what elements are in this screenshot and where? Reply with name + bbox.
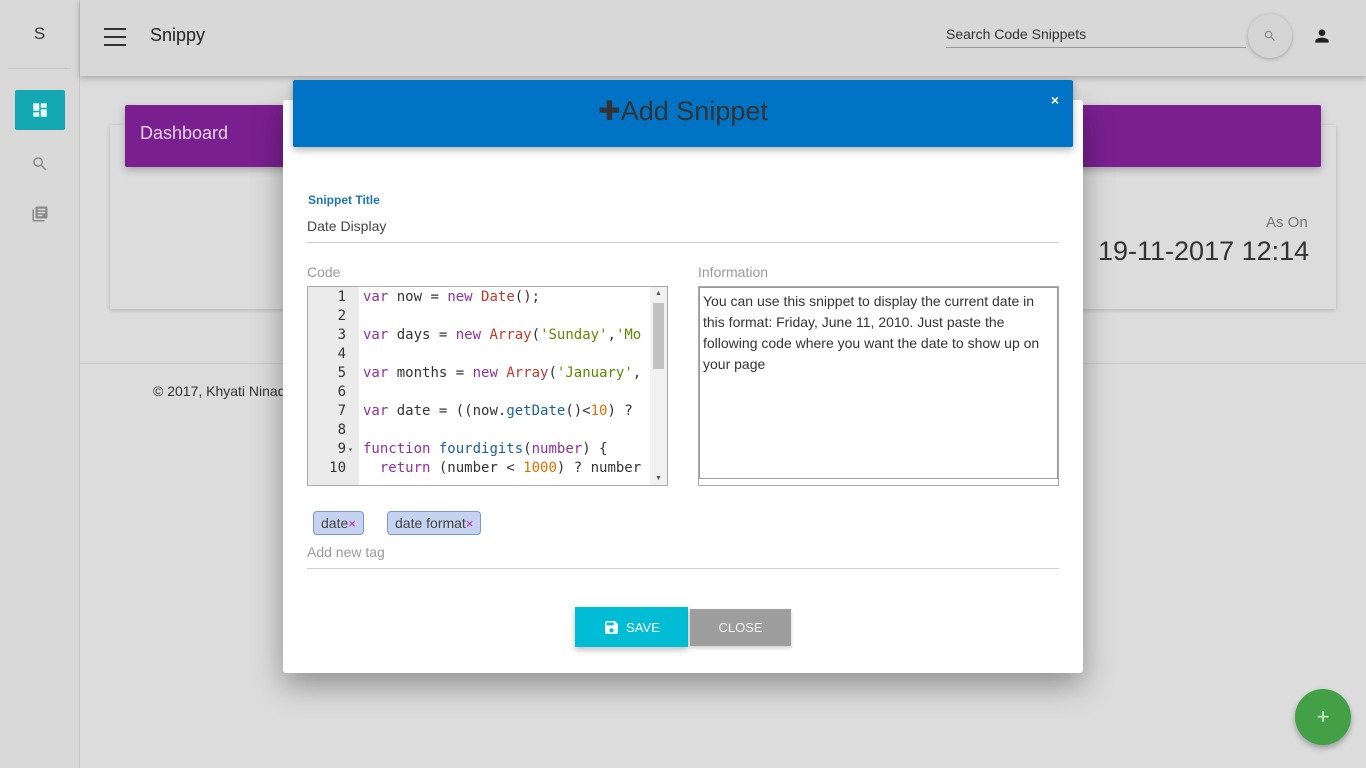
add-tag-field[interactable] <box>307 544 1059 569</box>
code-lines: 1 var now = new Date(); 2 3 var days = new… <box>308 288 649 478</box>
search-icon <box>33 157 47 171</box>
save-button[interactable]: SAVE <box>575 607 688 647</box>
modal-title: ✚Add Snippet <box>598 96 768 126</box>
snippet-title-input[interactable]: Date Display <box>307 216 1059 243</box>
search-input[interactable] <box>946 26 1246 42</box>
scrollbar-thumb[interactable] <box>653 303 664 369</box>
code-line: 4 <box>337 346 346 362</box>
dashboard-icon <box>33 103 47 117</box>
code-line: 2 <box>337 308 346 324</box>
close-button-label: CLOSE <box>718 620 763 635</box>
save-icon <box>605 620 619 634</box>
tag-remove-icon[interactable]: × <box>348 516 356 531</box>
tag-chip[interactable]: date× <box>313 511 364 535</box>
sidebar-item-dashboard[interactable] <box>15 90 65 130</box>
account-icon[interactable] <box>1312 26 1332 46</box>
save-button-label: SAVE <box>626 619 660 635</box>
code-line: 10 return (number < 1000) ? number <box>329 460 642 476</box>
sidebar-item-search[interactable] <box>15 144 65 184</box>
as-on-value: 19-11-2017 12:14 <box>1098 236 1310 266</box>
as-on-label: As On <box>1266 214 1308 231</box>
snippet-title-label: Snippet Title <box>308 193 380 207</box>
sidebar-brand: S <box>8 0 71 69</box>
modal-close-icon[interactable]: × <box>1051 92 1059 108</box>
code-line: 9 ▾ function fourdigits(number) { <box>337 440 608 459</box>
code-line: 6 <box>337 384 346 400</box>
add-snippet-fab[interactable]: + <box>1295 689 1351 745</box>
dashboard-title: Dashboard <box>140 123 229 143</box>
code-line: 1 var now = new Date(); <box>337 289 541 305</box>
library-icon <box>32 206 48 222</box>
add-tag-input[interactable] <box>307 544 1059 560</box>
code-line: 5 var months = new Array('January', <box>337 365 642 381</box>
code-label: Code <box>307 264 341 280</box>
search-button[interactable] <box>1248 14 1292 58</box>
code-line: 7 var date = ((now.getDate()<10) ? <box>337 403 633 419</box>
code-line: 3 var days = new Array('Sunday','Mo <box>337 327 642 343</box>
copyright-text: © 2017, Khyati Ninad <box>153 383 286 399</box>
tag-label: date <box>321 515 349 531</box>
code-editor[interactable]: 1 var now = new Date(); 2 3 var days = new… <box>307 286 668 486</box>
tag-remove-icon[interactable]: × <box>466 516 474 531</box>
information-field[interactable]: You can use this snippet to display the … <box>698 286 1059 486</box>
search-icon <box>1264 30 1275 41</box>
top-app-bar: Snippy <box>80 0 1366 76</box>
code-line: 8 <box>337 422 346 438</box>
search-field[interactable] <box>946 26 1246 48</box>
fold-arrow-icon[interactable]: ▾ <box>348 440 353 459</box>
scroll-down-icon[interactable]: ▼ <box>655 475 662 482</box>
close-button[interactable]: CLOSE <box>690 609 791 646</box>
tag-label: date format <box>395 515 466 531</box>
scroll-up-icon[interactable]: ▲ <box>655 290 662 297</box>
information-textarea[interactable]: You can use this snippet to display the … <box>699 287 1058 479</box>
modal-header: ✚Add Snippet × <box>293 80 1073 147</box>
sidebar-item-library[interactable] <box>15 194 65 234</box>
information-label: Information <box>698 264 769 280</box>
code-scrollbar[interactable]: ▲ ▼ <box>650 287 667 485</box>
app-title: Snippy <box>150 25 206 45</box>
menu-icon[interactable] <box>104 28 126 46</box>
tag-chip[interactable]: date format× <box>387 511 482 535</box>
plus-icon: + <box>1316 704 1330 729</box>
